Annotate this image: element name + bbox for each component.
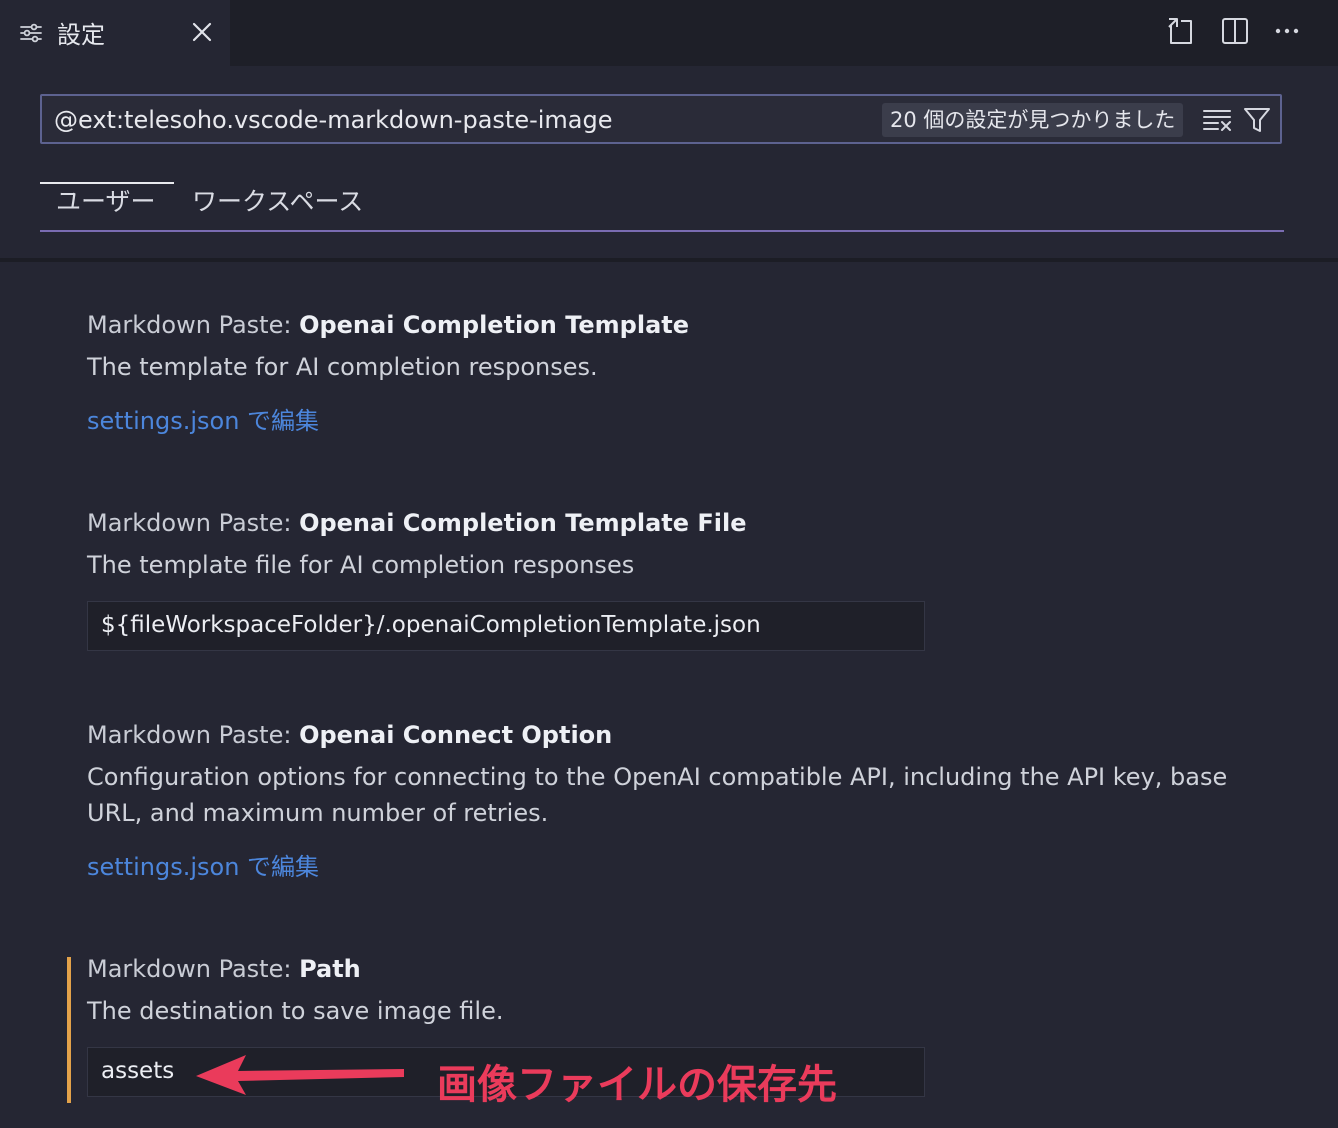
active-tab-indicator [40, 182, 174, 184]
split-editor-icon[interactable] [1220, 16, 1250, 46]
annotation-arrow-icon [196, 1055, 404, 1095]
setting-description: The template for AI completion responses… [87, 353, 598, 381]
tab-user[interactable]: ユーザー [56, 182, 156, 218]
edit-in-settings-json-link[interactable]: settings.json で編集 [87, 847, 1257, 882]
more-actions-icon[interactable] [1272, 16, 1302, 46]
setting-category: Markdown Paste: [87, 509, 300, 537]
settings-sliders-icon [20, 23, 42, 43]
setting-name: Openai Completion Template File [299, 509, 747, 537]
tabs-divider [40, 230, 1284, 232]
result-count-badge: 20 個の設定が見つかりました [882, 103, 1184, 137]
settings-scope-tabs: ユーザー ワークスペース [40, 170, 1284, 232]
setting-item: Markdown Paste: Openai Completion Templa… [87, 509, 1257, 651]
edit-in-settings-json-link[interactable]: settings.json で編集 [87, 401, 1257, 436]
setting-name: Path [299, 955, 361, 983]
close-icon[interactable] [188, 18, 216, 46]
setting-title: Markdown Paste: Openai Completion Templa… [87, 311, 1257, 339]
clear-filter-icon[interactable] [1202, 106, 1234, 134]
tab-workspace[interactable]: ワークスペース [192, 182, 363, 218]
header-divider [0, 258, 1338, 262]
setting-name: Openai Completion Template [299, 311, 690, 339]
setting-category: Markdown Paste: [87, 721, 300, 749]
setting-description: The template file for AI completion resp… [87, 551, 635, 579]
editor-tab-bar: 設定 [0, 0, 1338, 66]
setting-title: Markdown Paste: Path [87, 955, 1257, 983]
setting-name: Openai Connect Option [299, 721, 613, 749]
setting-title: Markdown Paste: Openai Connect Option [87, 721, 1257, 749]
setting-item: Markdown Paste: Openai Completion Templa… [87, 311, 1257, 436]
open-json-icon[interactable] [1166, 16, 1196, 46]
setting-title: Markdown Paste: Openai Completion Templa… [87, 509, 1257, 537]
annotation-label: 画像ファイルの保存先 [437, 1062, 837, 1108]
setting-category: Markdown Paste: [87, 311, 300, 339]
settings-tab[interactable]: 設定 [0, 0, 230, 66]
setting-text-input[interactable]: ${fileWorkspaceFolder}/.openaiCompletion… [87, 601, 925, 651]
setting-description: Configuration options for connecting to … [87, 763, 1228, 827]
settings-search-box[interactable]: @ext:telesoho.vscode-markdown-paste-imag… [40, 94, 1282, 144]
filter-icon[interactable] [1242, 105, 1272, 135]
tab-title: 設定 [57, 21, 105, 49]
modified-indicator [67, 957, 71, 1103]
search-input[interactable]: @ext:telesoho.vscode-markdown-paste-imag… [54, 106, 613, 134]
setting-category: Markdown Paste: [87, 955, 300, 983]
setting-item: Markdown Paste: Openai Connect Option Co… [87, 721, 1257, 882]
setting-description: The destination to save image file. [87, 997, 504, 1025]
